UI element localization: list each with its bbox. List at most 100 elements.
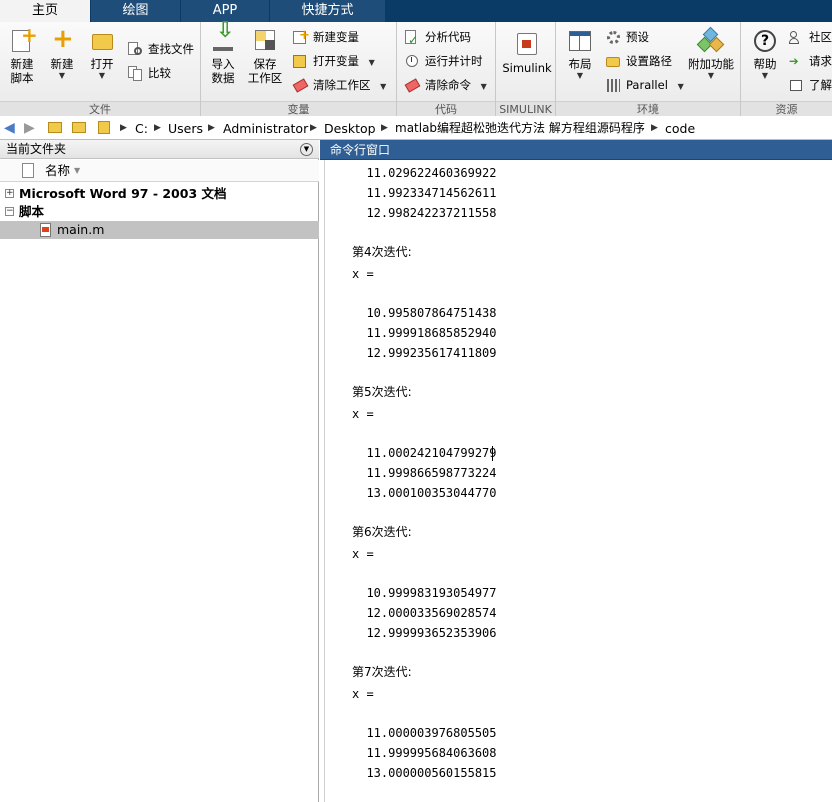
tab-home[interactable]: 主页 (0, 0, 90, 23)
new-variable-label: 新建变量 (313, 30, 359, 44)
simulink-label: Simulink (502, 61, 552, 75)
output-line: 11.999995684063608 (352, 746, 497, 760)
help-icon: ? (752, 28, 778, 54)
save-workspace-label: 保存 工作区 (247, 57, 283, 85)
name-column-label: 名称 (45, 163, 71, 178)
file-row-main-m[interactable]: main.m (0, 221, 319, 239)
output-line: 13.000000560155815 (352, 766, 497, 780)
run-and-time-button[interactable]: 运行并计时 (405, 51, 483, 71)
breadcrumb-separator: ▶ (154, 123, 161, 133)
panel-menu-icon[interactable]: ▼ (300, 143, 313, 156)
tab-plots[interactable]: 绘图 (91, 0, 180, 22)
output-line: 13.000100353044770 (352, 486, 497, 500)
help-button[interactable]: ? 帮助 ▼ (747, 28, 783, 81)
chevron-down-icon: ▼ (707, 71, 715, 80)
iteration-heading: 第5次迭代: (352, 385, 412, 399)
compare-button[interactable]: 比较 (128, 63, 171, 83)
back-arrow-icon[interactable]: ◀ (4, 120, 15, 136)
output-line: 12.999993652353906 (352, 626, 497, 640)
open-label: 打开 (90, 57, 114, 71)
new-button[interactable]: + 新建 ▼ (44, 24, 80, 81)
breadcrumb-item[interactable]: Administrator (223, 121, 308, 136)
environment-group: 布局 ▼ 预设 设置路径 Parallel ▼ 附加功能 ▼ 环境 (556, 22, 741, 116)
add-ons-button[interactable]: 附加功能 ▼ (686, 26, 736, 81)
chevron-down-icon: ▼ (480, 82, 487, 91)
output-line: 10.995807864751438 (352, 306, 497, 320)
community-button[interactable]: 社区 (789, 27, 832, 47)
open-button[interactable]: 打开 ▼ (84, 28, 120, 81)
parallel-icon (606, 78, 621, 93)
set-path-button[interactable]: 设置路径 (606, 51, 672, 71)
matlab-script-icon (40, 223, 51, 237)
clear-commands-label: 清除命令 (425, 78, 471, 92)
chevron-down-icon: ▼ (576, 71, 584, 80)
variable-group-label: 变量 (201, 101, 396, 116)
layout-button[interactable]: 布局 ▼ (562, 28, 598, 81)
output-line: x = (352, 547, 374, 561)
learn-button[interactable]: 了解 (789, 75, 832, 95)
eraser-icon (292, 78, 309, 93)
environment-group-label: 环境 (556, 101, 740, 116)
breadcrumb-item[interactable]: Users (168, 121, 203, 136)
file-group: + 新建 脚本 + 新建 ▼ 打开 ▼ 查找文件 比较 文件 (0, 22, 201, 116)
group-label: 脚本 (19, 204, 45, 219)
find-files-icon (128, 42, 143, 57)
save-workspace-button[interactable]: 保存 工作区 (245, 28, 285, 85)
import-data-label: 导入 数据 (211, 57, 235, 85)
breadcrumb-item[interactable]: code (665, 121, 695, 136)
request-support-button[interactable]: ➔ 请求 (789, 51, 832, 71)
open-variable-button[interactable]: 打开变量 ▼ (293, 51, 375, 71)
preferences-label: 预设 (626, 30, 649, 44)
iteration-heading: 第4次迭代: (352, 245, 412, 259)
new-label: 新建 (50, 57, 74, 71)
panel-title-bar: 当前文件夹 ▼ (0, 140, 319, 159)
chevron-down-icon: ▼ (368, 58, 375, 67)
breadcrumb-item[interactable]: Desktop (324, 121, 376, 136)
import-data-icon: ⇩ (210, 20, 236, 54)
clear-workspace-label: 清除工作区 (313, 78, 371, 92)
command-window: 命令行窗口 11.029622460369922 11.992334714562… (320, 140, 832, 802)
chevron-down-icon: ▼ (380, 82, 387, 91)
new-icon: + (52, 24, 74, 54)
browse-folder-icon[interactable] (72, 120, 86, 137)
forward-arrow-icon[interactable]: ▶ (24, 120, 35, 136)
collapse-icon[interactable]: − (5, 207, 14, 216)
tree-group-word-docs[interactable]: + Microsoft Word 97 - 2003 文档 (0, 185, 319, 203)
column-header[interactable]: 名称 ▼ (0, 160, 319, 182)
output-line: 11.999866598773224 (352, 466, 497, 480)
file-type-column-icon (22, 163, 34, 178)
find-files-button[interactable]: 查找文件 (128, 39, 194, 59)
text-cursor (492, 446, 493, 461)
up-folder-icon[interactable] (48, 120, 62, 137)
import-data-button[interactable]: ⇩ 导入 数据 (205, 20, 241, 86)
parallel-button[interactable]: Parallel ▼ (606, 75, 684, 95)
clear-workspace-button[interactable]: 清除工作区 ▼ (292, 75, 387, 95)
output-line: 11.000242104799279 (352, 446, 497, 460)
breadcrumb-item[interactable]: C: (135, 121, 148, 136)
simulink-icon (514, 32, 540, 58)
community-icon (789, 30, 804, 45)
output-line: 11.000003976805505 (352, 726, 497, 740)
new-variable-button[interactable]: + 新建变量 (293, 27, 359, 47)
add-ons-icon (696, 26, 725, 54)
preferences-button[interactable]: 预设 (606, 27, 649, 47)
learn-icon (789, 78, 804, 93)
command-window-output[interactable]: 11.029622460369922 11.992334714562611 12… (324, 160, 832, 802)
output-line: 11.992334714562611 (352, 186, 497, 200)
tree-group-scripts[interactable]: − 脚本 (0, 203, 319, 221)
run-and-time-icon (405, 54, 420, 69)
simulink-button[interactable]: Simulink (502, 32, 552, 75)
new-script-label: 新建 脚本 (10, 57, 34, 85)
clear-commands-button[interactable]: 清除命令 ▼ (404, 75, 487, 95)
expand-icon[interactable]: + (5, 189, 14, 198)
breadcrumb-item[interactable]: matlab编程超松弛迭代方法 解方程组源码程序 (395, 121, 645, 136)
set-path-label: 设置路径 (626, 54, 672, 68)
output-line: x = (352, 687, 374, 701)
tab-shortcuts[interactable]: 快捷方式 (270, 0, 385, 22)
ribbon-tab-strip: 主页 绘图 APP 快捷方式 (0, 0, 832, 23)
new-script-button[interactable]: + 新建 脚本 (4, 23, 40, 85)
new-variable-icon: + (293, 28, 310, 45)
help-label: 帮助 (753, 57, 777, 71)
resources-group: ? 帮助 ▼ 社区 ➔ 请求 了解 资源 (741, 22, 832, 116)
analyze-code-button[interactable]: ✓ 分析代码 (405, 27, 471, 47)
